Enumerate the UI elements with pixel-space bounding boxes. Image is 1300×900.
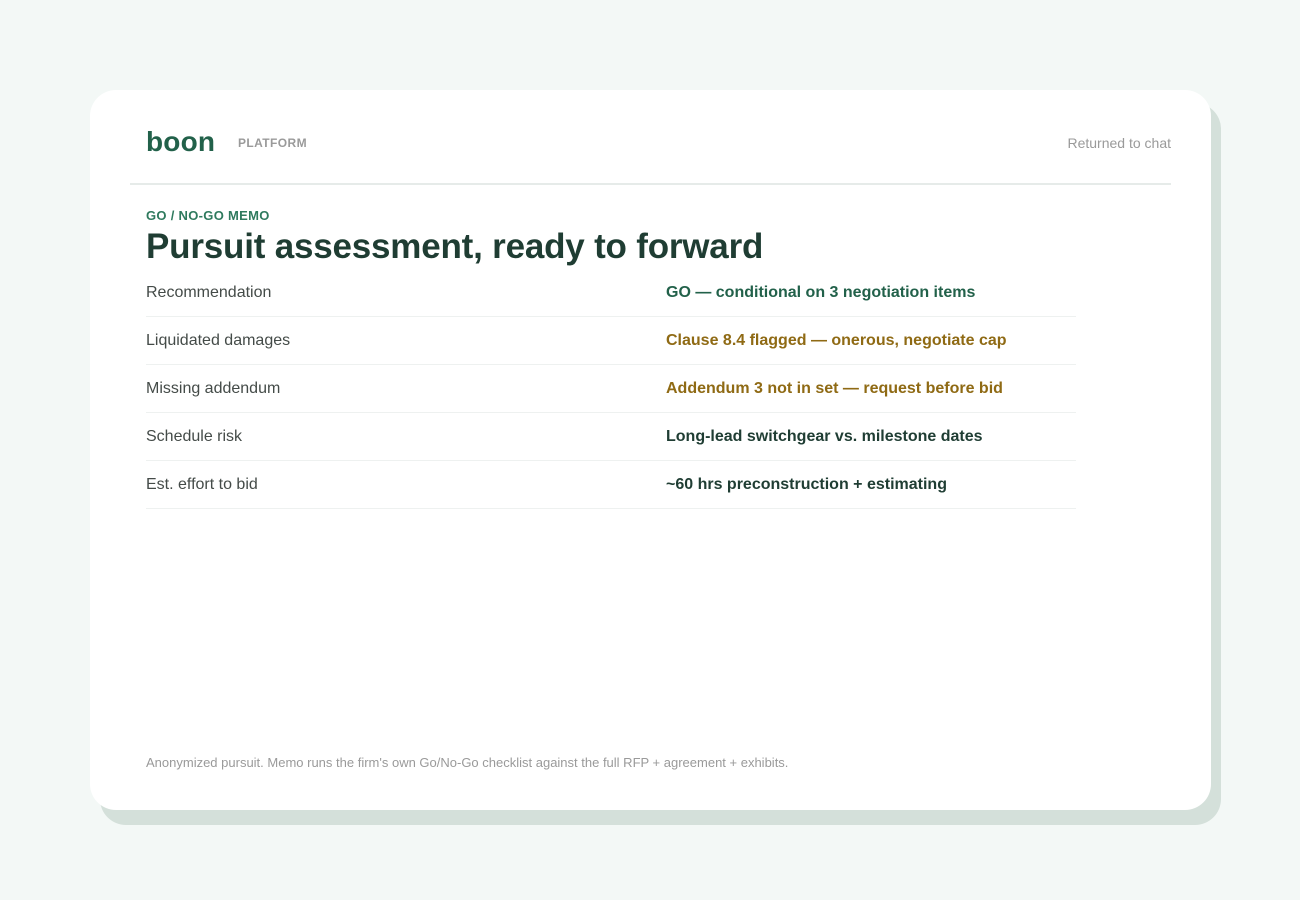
brand-logo[interactable]: boon <box>146 126 215 158</box>
row-label: Recommendation <box>146 284 272 301</box>
memo-table: Recommendation GO — conditional on 3 neg… <box>146 269 1076 509</box>
row-label: Liquidated damages <box>146 332 291 349</box>
row-value: Addendum 3 not in set — request before b… <box>666 380 1003 397</box>
row-label: Missing addendum <box>146 380 281 397</box>
table-row: Schedule risk Long-lead switchgear vs. m… <box>146 413 1076 461</box>
table-row: Recommendation GO — conditional on 3 neg… <box>146 269 1076 317</box>
row-value: Clause 8.4 flagged — onerous, negotiate … <box>666 332 1007 349</box>
row-label: Schedule risk <box>146 428 243 445</box>
status-text: Returned to chat <box>1067 135 1171 151</box>
section-label: PLATFORM <box>238 136 307 150</box>
row-value: GO — conditional on 3 negotiation items <box>666 284 976 301</box>
table-row: Est. effort to bid ~60 hrs preconstructi… <box>146 461 1076 509</box>
table-row: Liquidated damages Clause 8.4 flagged — … <box>146 317 1076 365</box>
row-value: ~60 hrs preconstruction + estimating <box>666 476 947 493</box>
footnote: Anonymized pursuit. Memo runs the firm's… <box>146 755 789 770</box>
app-header: boon PLATFORM Returned to chat <box>130 90 1171 185</box>
row-label: Est. effort to bid <box>146 476 258 493</box>
table-row: Missing addendum Addendum 3 not in set —… <box>146 365 1076 413</box>
memo-eyebrow: GO / NO-GO MEMO <box>146 208 270 223</box>
memo-card: boon PLATFORM Returned to chat GO / NO-G… <box>90 90 1211 810</box>
page-title: Pursuit assessment, ready to forward <box>146 227 764 266</box>
row-value: Long-lead switchgear vs. milestone dates <box>666 428 983 445</box>
